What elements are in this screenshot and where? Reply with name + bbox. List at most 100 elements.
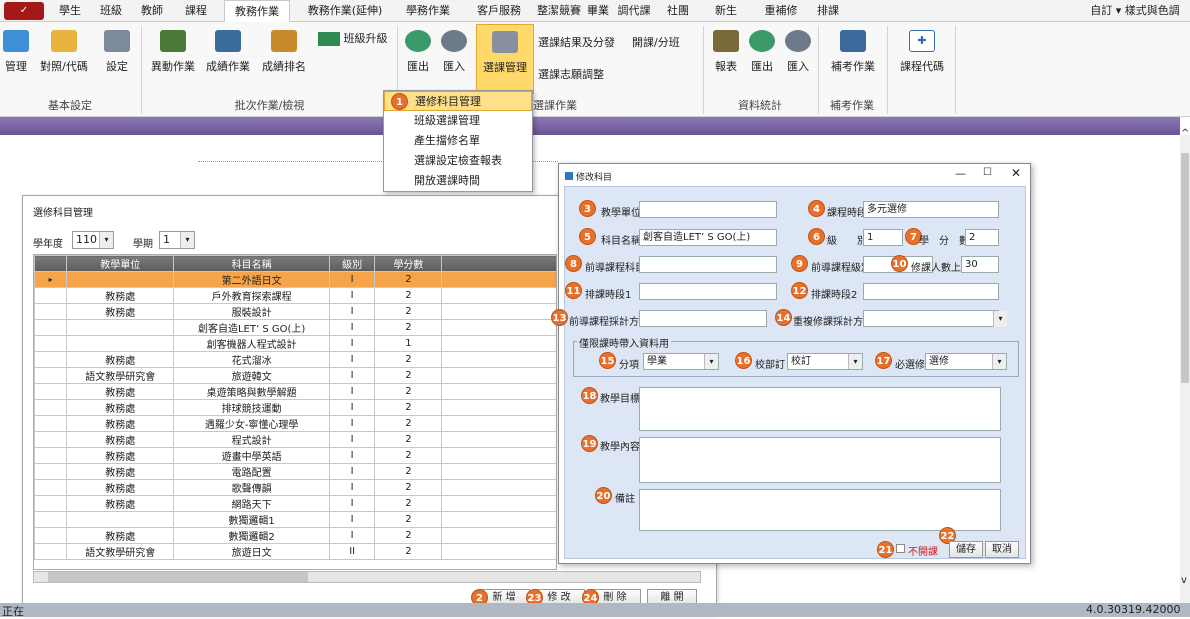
category-select[interactable]: 學業 ▾: [643, 353, 719, 370]
repeat_calc-input[interactable]: [863, 310, 999, 327]
table-row[interactable]: 教務處遇羅少女-寧懂心理學I2第一階段: [34, 415, 556, 432]
table-row[interactable]: 教務處程式設計I2第一階段: [34, 431, 556, 448]
tab-13[interactable]: 重補修: [756, 0, 806, 22]
prereq_calc-input[interactable]: [639, 310, 767, 327]
content-textarea[interactable]: [639, 437, 1001, 483]
row-indicator: [34, 399, 68, 416]
vertical-scrollbar[interactable]: [1180, 135, 1190, 605]
menu-item-3[interactable]: 選課設定檢查報表: [384, 151, 532, 171]
level-input[interactable]: 1: [863, 229, 903, 246]
column-header[interactable]: 級別: [328, 255, 376, 272]
school_set-select[interactable]: 校訂 ▾: [787, 353, 863, 370]
table-row[interactable]: 教務處網路天下I2第一階段: [34, 495, 556, 512]
column-header[interactable]: 學分數: [374, 255, 443, 272]
prereq_subject-input[interactable]: [639, 256, 777, 273]
class-upgrade-button[interactable]: 班級升級: [318, 30, 390, 46]
tab-14[interactable]: 排課: [806, 0, 850, 22]
column-header[interactable]: 課程時段: [441, 255, 556, 272]
tab-6[interactable]: 學務作業: [392, 0, 464, 22]
table-row[interactable]: 語文教學研究會旅遊韓文I2第一階段: [34, 367, 556, 384]
name-input[interactable]: 創客自造LET’ S GO(上): [639, 229, 777, 246]
table-row[interactable]: 教務處電路配置I2第一階段: [34, 463, 556, 480]
minimize-button[interactable]: —: [955, 167, 966, 180]
table-row[interactable]: 語文教學研究會旅遊日文II2第二外語: [34, 543, 556, 560]
tab-2[interactable]: 教師: [133, 0, 171, 22]
settings-button[interactable]: 設定: [102, 30, 132, 74]
term-select[interactable]: 1 ▾: [159, 231, 195, 249]
course-result-button[interactable]: 選課結果及分發: [538, 34, 630, 50]
menu-item-4[interactable]: 開放選課時間: [384, 171, 532, 191]
time1-input[interactable]: [639, 283, 777, 300]
tab-0[interactable]: 學生: [52, 0, 88, 22]
table-row[interactable]: 教務處花式溜冰I2第一階段: [34, 351, 556, 368]
import-button[interactable]: 匯入: [438, 30, 470, 74]
table-row[interactable]: 教務處遊畫中學英語I2第一階段: [34, 447, 556, 464]
scrollbar-thumb[interactable]: [1181, 153, 1189, 383]
tab-4[interactable]: 教務作業: [224, 0, 290, 23]
save-button[interactable]: 儲存: [949, 541, 983, 558]
tab-10[interactable]: 調代課: [612, 0, 656, 22]
scroll-up-icon[interactable]: ^: [1181, 128, 1189, 139]
row-indicator: [34, 463, 68, 480]
table-row[interactable]: 教務處戶外教育探索課程I2多元選修: [34, 287, 556, 304]
export-button[interactable]: 匯出: [402, 30, 434, 74]
close-button[interactable]: ✕: [1011, 166, 1021, 180]
note-textarea[interactable]: [639, 489, 1001, 531]
tab-1[interactable]: 班級: [92, 0, 130, 22]
unit-input[interactable]: [639, 201, 777, 218]
import2-button[interactable]: 匯入: [782, 30, 814, 74]
table-cell: [66, 335, 175, 352]
tab-3[interactable]: 課程: [176, 0, 216, 22]
table-row[interactable]: 數獨邏輯1I2第一階段: [34, 511, 556, 528]
grade-ops-button[interactable]: 成績作業: [202, 30, 254, 74]
compare-code-button[interactable]: 對照/代碼: [36, 30, 92, 74]
report-button[interactable]: 報表: [708, 30, 744, 74]
tab-5[interactable]: 教務作業(延伸): [300, 0, 390, 22]
table-row[interactable]: 教務處桌遊策略與數學解題I2第一階段: [34, 383, 556, 400]
table-row[interactable]: 教務處服裝設計I2多元選修: [34, 303, 556, 320]
table-cell: 第一階段: [441, 463, 556, 480]
required-select[interactable]: 選修 ▾: [925, 353, 1007, 370]
export2-button[interactable]: 匯出: [746, 30, 778, 74]
table-row[interactable]: 教務處歌聲傳韻I2第一階段: [34, 479, 556, 496]
column-header[interactable]: 科目名稱: [173, 255, 330, 272]
makeup-ops-button[interactable]: 補考作業: [824, 30, 882, 74]
max_students-input[interactable]: 30: [961, 256, 999, 273]
table-row[interactable]: 教務處數獨邏輯2I2第一階段: [34, 527, 556, 544]
goal-textarea[interactable]: [639, 387, 1001, 431]
tab-9[interactable]: 畢業: [582, 0, 614, 22]
cancel-button[interactable]: 取消: [985, 541, 1019, 558]
table-row[interactable]: 創客機器人程式設計I1多元選修: [34, 335, 556, 352]
menu-item-0[interactable]: 1 選修科目管理: [384, 91, 532, 111]
table-row[interactable]: 教務處排球競技運動I2第一階段: [34, 399, 556, 416]
credits-input[interactable]: 2: [965, 229, 999, 246]
tab-11[interactable]: 社團: [658, 0, 698, 22]
chevron-down-icon: ▾: [848, 354, 862, 369]
scrollbar-thumb[interactable]: [48, 572, 308, 582]
change-ops-button[interactable]: 異動作業: [148, 30, 198, 74]
course-code-button[interactable]: ✚ 課程代碼: [895, 30, 949, 74]
tab-7[interactable]: 客戶服務: [468, 0, 530, 22]
manage-button[interactable]: 管理: [0, 30, 32, 74]
menu-item-2[interactable]: 產生擋修名單: [384, 131, 532, 151]
table-row[interactable]: 創客自造LET’ S GO(上)I2多元選修: [34, 319, 556, 336]
app-logo[interactable]: ✓: [4, 2, 44, 20]
horizontal-scrollbar[interactable]: [33, 571, 701, 583]
menu-item-1[interactable]: 班級選課管理: [384, 111, 532, 131]
style-menu[interactable]: 自訂 ▾ 樣式與色調: [1080, 0, 1190, 22]
open-class-button[interactable]: 開課/分班: [632, 34, 698, 50]
grade-rank-button[interactable]: 成績排名: [258, 30, 310, 74]
year-select[interactable]: 110 ▾: [72, 231, 114, 249]
course-manage-button[interactable]: 選課管理: [476, 24, 534, 94]
maximize-button[interactable]: ☐: [983, 167, 992, 178]
tab-12[interactable]: 新生: [706, 0, 746, 22]
tab-8[interactable]: 整潔競賽: [532, 0, 586, 22]
time2-input[interactable]: [863, 283, 999, 300]
info-icon: ✚: [909, 30, 935, 52]
scroll-down-icon[interactable]: v: [1181, 575, 1187, 586]
no-open-checkbox[interactable]: [896, 544, 905, 553]
table-row[interactable]: ▸ 第二外語日文 I 2: [34, 271, 556, 288]
course-adjust-button[interactable]: 選課志願調整: [538, 66, 630, 82]
period-input[interactable]: 多元選修: [863, 201, 999, 218]
column-header[interactable]: 教學單位: [66, 255, 175, 272]
